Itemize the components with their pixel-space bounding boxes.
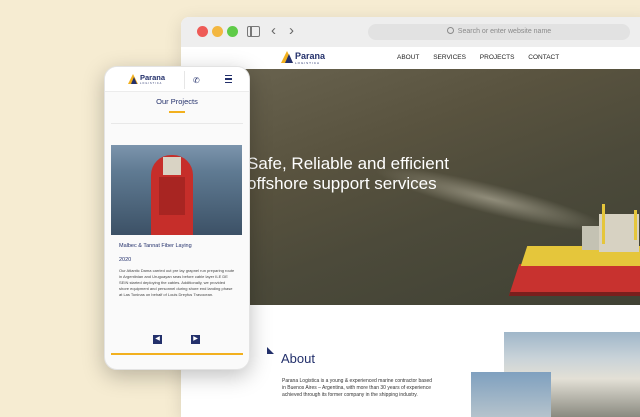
hero-slider-dots[interactable] <box>449 299 477 305</box>
about-accent-shape <box>267 347 274 354</box>
mobile-logo-mark-icon <box>128 74 138 84</box>
project-photo <box>111 145 242 235</box>
project-year: 2020 <box>119 257 132 263</box>
heading-underline <box>169 111 185 113</box>
about-photo-secondary <box>471 372 551 417</box>
hero-slider-dots-secondary[interactable] <box>549 299 569 305</box>
close-window-button[interactable] <box>197 26 208 37</box>
browser-toolbar: ‹ › Search or enter website name <box>181 17 640 48</box>
header-divider <box>184 71 185 89</box>
main-nav: ABOUT SERVICES PROJECTS CONTACT <box>397 54 571 61</box>
address-bar[interactable]: Search or enter website name <box>368 24 630 40</box>
logo-text: Parana <box>295 51 326 61</box>
mobile-device-mockup: Parana LOGISTICA ✆ Our Projects Malbec &… <box>104 66 250 370</box>
mobile-logo-subtext: LOGISTICA <box>140 82 163 85</box>
next-project-button[interactable]: ▶ <box>191 335 200 344</box>
about-paragraph: Parana Logistica is a young & experience… <box>282 378 433 398</box>
hero-title: Safe, Reliable and efficient offshore su… <box>247 154 449 193</box>
card-top-border <box>111 123 243 124</box>
site-header: Parana LOGISTICA ABOUT SERVICES PROJECTS… <box>181 47 640 69</box>
minimize-window-button[interactable] <box>212 26 223 37</box>
nav-item-contact[interactable]: CONTACT <box>528 54 559 61</box>
address-placeholder: Search or enter website name <box>457 28 552 35</box>
card-bottom-border <box>111 353 243 355</box>
project-description: Our Atlantic Dama carried out pre lay gr… <box>119 268 235 297</box>
projects-heading: Our Projects <box>156 97 198 106</box>
forward-arrow-icon[interactable]: › <box>289 22 294 39</box>
mobile-header: Parana LOGISTICA ✆ <box>105 67 249 92</box>
maximize-window-button[interactable] <box>227 26 238 37</box>
hamburger-menu-icon[interactable] <box>225 75 232 83</box>
chevron-left-icon: ◀ <box>155 336 160 342</box>
search-icon <box>446 27 454 34</box>
mobile-logo-text: Parana <box>140 73 166 82</box>
chevron-right-icon: ▶ <box>193 336 198 342</box>
nav-item-about[interactable]: ABOUT <box>397 54 419 61</box>
phone-icon[interactable]: ✆ <box>193 76 200 85</box>
previous-project-button[interactable]: ◀ <box>153 335 162 344</box>
nav-item-projects[interactable]: PROJECTS <box>480 54 515 61</box>
sidebar-toggle-icon[interactable] <box>247 26 260 37</box>
nav-item-services[interactable]: SERVICES <box>433 54 466 61</box>
project-title[interactable]: Malbec & Tannat Fiber Laying <box>119 243 192 249</box>
logo-subtext: LOGISTICA <box>295 61 321 65</box>
logo-mark-icon <box>281 51 293 63</box>
about-heading: About <box>281 351 315 366</box>
offshore-vessel-image <box>508 204 640 305</box>
back-arrow-icon[interactable]: ‹ <box>271 22 276 39</box>
